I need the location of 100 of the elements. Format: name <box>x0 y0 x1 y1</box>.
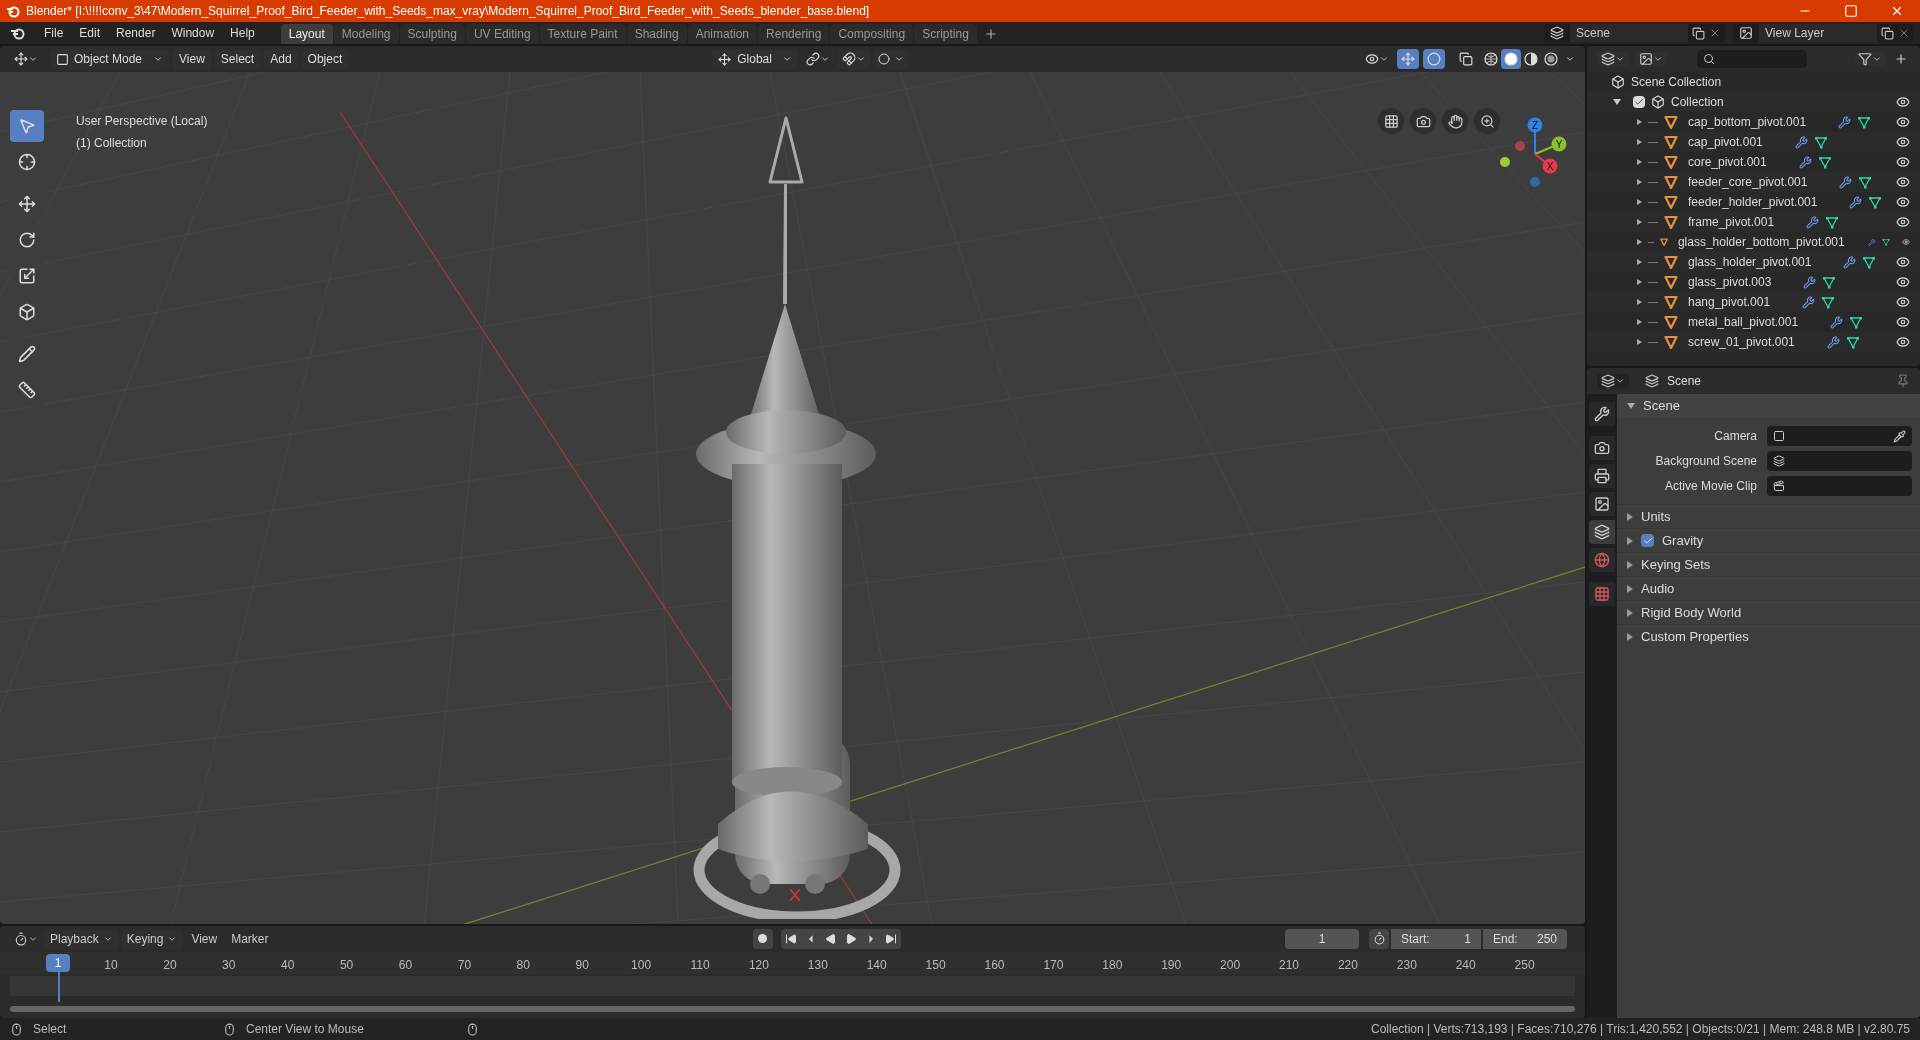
expand-arrow[interactable] <box>1637 279 1642 285</box>
expand-arrow[interactable] <box>1637 219 1642 225</box>
current-frame-field[interactable]: 1 <box>1285 928 1359 949</box>
expand-arrow[interactable] <box>1637 259 1642 265</box>
collection-label[interactable]: Collection <box>1671 93 1890 111</box>
gizmo-toggle-button[interactable] <box>1397 49 1419 69</box>
expand-arrow[interactable] <box>1637 299 1642 305</box>
subpanel-header[interactable]: Rigid Body World <box>1617 600 1920 624</box>
subpanel-header[interactable]: Gravity <box>1617 528 1920 552</box>
view-layer-selector[interactable]: View Layer <box>1733 24 1914 42</box>
viewport-menu[interactable]: Add <box>264 49 298 69</box>
properties-tab[interactable] <box>1589 436 1615 460</box>
expand-arrow[interactable] <box>1637 159 1642 165</box>
workspace-tab[interactable]: Scripting <box>914 24 977 44</box>
properties-tab[interactable] <box>1589 548 1615 572</box>
object-field[interactable] <box>1767 451 1912 471</box>
axis-gizmo-drawing[interactable]: Z Y X <box>1495 112 1570 194</box>
object-name[interactable]: screw_01_pivot.001 <box>1688 333 1795 351</box>
object-name[interactable]: glass_holder_pivot.001 <box>1688 253 1812 271</box>
expand-arrow[interactable] <box>1637 239 1642 245</box>
end-frame-field[interactable]: End: 250 <box>1483 928 1567 949</box>
navigation-button[interactable] <box>1410 108 1436 134</box>
navigation-button[interactable] <box>1442 108 1468 134</box>
expand-arrow[interactable] <box>1613 99 1621 105</box>
object-field[interactable] <box>1767 426 1912 446</box>
timeline-dropdown[interactable]: Playback <box>44 928 119 949</box>
object-name[interactable]: frame_pivot.001 <box>1688 213 1775 231</box>
blender-logo-icon[interactable] <box>10 26 26 40</box>
panel-header[interactable]: Scene <box>1617 394 1920 418</box>
object-name[interactable]: metal_ball_pivot.001 <box>1688 313 1799 331</box>
shading-mode-button[interactable] <box>1501 49 1521 69</box>
snap-button[interactable] <box>837 49 870 69</box>
scene-selector[interactable]: Scene <box>1544 24 1725 42</box>
expand-arrow[interactable] <box>1637 139 1642 145</box>
object-name[interactable]: feeder_holder_pivot.001 <box>1688 193 1818 211</box>
workspace-tab[interactable]: Modeling <box>333 24 399 44</box>
workspace-tab[interactable]: Rendering <box>758 24 830 44</box>
properties-tab[interactable] <box>1589 464 1615 488</box>
expand-arrow[interactable] <box>1637 339 1642 345</box>
viewport-menu[interactable]: Object <box>301 49 349 69</box>
shading-mode-button[interactable] <box>1481 49 1501 69</box>
mode-dropdown[interactable]: Object Mode <box>50 49 170 69</box>
shading-mode-button[interactable] <box>1521 49 1541 69</box>
timeline-scrollbar[interactable] <box>10 1006 1575 1012</box>
expand-arrow[interactable] <box>1637 179 1642 185</box>
object-name[interactable]: cap_bottom_pivot.001 <box>1688 113 1807 131</box>
workspace-tab[interactable]: Shading <box>626 24 687 44</box>
object-name[interactable]: glass_holder_bottom_pivot.001 <box>1677 233 1845 251</box>
menu-item[interactable]: Help <box>222 23 263 43</box>
properties-tab[interactable] <box>1589 492 1615 516</box>
timeline-dropdown[interactable]: Keying <box>120 928 184 949</box>
orientation-dropdown[interactable]: Global <box>712 49 798 69</box>
scene-collection-label[interactable]: Scene Collection <box>1631 73 1722 91</box>
workspace-tab[interactable]: UV Editing <box>465 24 539 44</box>
object-name[interactable]: feeder_core_pivot.001 <box>1688 173 1808 191</box>
proportional-edit-button[interactable] <box>873 49 908 69</box>
start-frame-field[interactable]: Start: 1 <box>1391 928 1481 949</box>
object-name[interactable]: glass_pivot.003 <box>1688 273 1772 291</box>
shading-mode-button[interactable] <box>1541 49 1561 69</box>
outliner-search-field[interactable] <box>1697 50 1807 68</box>
expand-arrow[interactable] <box>1637 319 1642 325</box>
subpanel-header[interactable]: Audio <box>1617 576 1920 600</box>
viewport-menu[interactable]: View <box>173 49 211 69</box>
expand-arrow[interactable] <box>1637 199 1642 205</box>
workspace-tab[interactable]: Layout <box>280 24 333 44</box>
gravity-checkbox[interactable] <box>1641 534 1654 547</box>
view-layer-field[interactable]: View Layer <box>1759 24 1877 42</box>
expand-arrow[interactable] <box>1637 119 1642 125</box>
workspace-tab[interactable]: Compositing <box>830 24 914 44</box>
navigation-button[interactable] <box>1378 108 1404 134</box>
record-button[interactable] <box>752 928 773 949</box>
3d-viewport[interactable]: User Perspective (Local) (1) Collection Z Y X <box>0 72 1585 924</box>
object-name[interactable]: hang_pivot.001 <box>1688 293 1771 311</box>
menu-item[interactable]: Edit <box>71 23 109 43</box>
editor-type-button[interactable] <box>1597 374 1629 388</box>
menu-item[interactable]: Render <box>108 23 164 43</box>
object-name[interactable]: cap_pivot.001 <box>1688 133 1763 151</box>
object-name[interactable]: core_pivot.001 <box>1688 153 1767 171</box>
timeline-menu[interactable]: Marker <box>225 928 275 949</box>
scene-field[interactable]: Scene <box>1570 24 1688 42</box>
workspace-tab[interactable]: Texture Paint <box>539 24 626 44</box>
overlay-toggle-button[interactable] <box>1423 49 1445 69</box>
timeline-menu[interactable]: View <box>185 928 224 949</box>
subpanel-header[interactable]: Keying Sets <box>1617 552 1920 576</box>
subpanel-header[interactable]: Custom Properties <box>1617 624 1920 648</box>
menu-item[interactable]: File <box>36 23 72 43</box>
filter-button[interactable] <box>1854 52 1886 66</box>
viewport-menu[interactable]: Select <box>214 49 261 69</box>
collection-checkbox[interactable] <box>1633 96 1645 108</box>
properties-tab[interactable] <box>1589 520 1615 544</box>
object-field[interactable] <box>1767 476 1912 496</box>
editor-type-button[interactable] <box>1597 52 1629 66</box>
workspace-tab[interactable]: Sculpting <box>399 24 465 44</box>
workspace-tab[interactable]: Animation <box>687 24 758 44</box>
display-mode-button[interactable] <box>1635 52 1667 66</box>
properties-tab[interactable] <box>1589 402 1615 426</box>
navigation-button[interactable] <box>1474 108 1500 134</box>
preview-range-button[interactable] <box>1369 928 1389 949</box>
subpanel-header[interactable]: Units <box>1617 504 1920 528</box>
menu-item[interactable]: Window <box>163 23 223 43</box>
